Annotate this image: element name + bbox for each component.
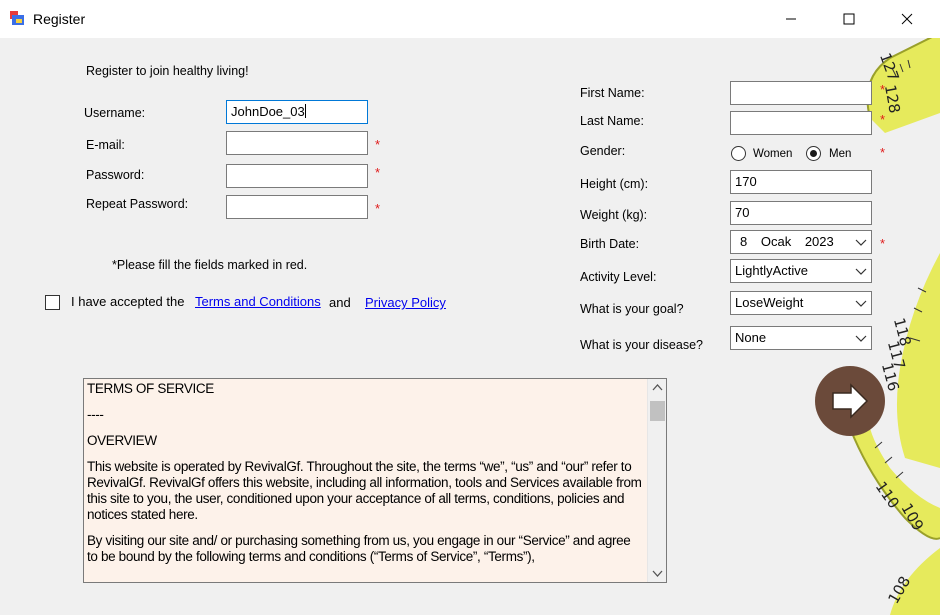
goal-value: LoseWeight: [735, 295, 804, 310]
chevron-down-icon: [855, 300, 867, 307]
last-name-field[interactable]: [730, 111, 872, 135]
password-required-mark: *: [375, 165, 381, 180]
username-label: Username:: [84, 106, 146, 120]
gender-label: Gender:: [580, 144, 626, 158]
terms-overview-heading: OVERVIEW: [87, 433, 157, 448]
required-fields-note: *Please fill the fields marked in red.: [112, 258, 308, 272]
weight-label: Weight (kg):: [580, 208, 648, 222]
terms-scrollbar[interactable]: [647, 379, 666, 582]
form-heading: Register to join healthy living!: [86, 64, 249, 78]
accept-terms-checkbox[interactable]: [45, 295, 60, 310]
chevron-down-icon: [855, 268, 867, 275]
first-name-required-mark: *: [880, 82, 886, 97]
gender-required-mark: *: [880, 145, 886, 160]
terms-title: TERMS OF SERVICE: [87, 381, 214, 396]
username-value: JohnDoe_03: [231, 104, 305, 119]
last-name-label: Last Name:: [580, 114, 644, 128]
arrow-right-icon: [832, 383, 869, 419]
email-field[interactable]: [226, 131, 368, 155]
gender-women-label: Women: [753, 148, 793, 160]
privacy-policy-link[interactable]: Privacy Policy: [365, 295, 446, 310]
repeat-password-field[interactable]: [226, 195, 368, 219]
scroll-down-icon[interactable]: [652, 570, 663, 578]
first-name-field[interactable]: [730, 81, 872, 105]
scroll-up-icon[interactable]: [652, 383, 663, 391]
close-icon: [901, 13, 913, 25]
minimize-icon: [786, 18, 796, 20]
disease-label: What is your disease?: [580, 338, 703, 352]
chevron-down-icon: [855, 335, 867, 342]
birth-date-picker[interactable]: 8 Ocak 2023: [730, 230, 872, 254]
repeat-password-required-mark: *: [375, 201, 381, 216]
activity-level-label: Activity Level:: [580, 270, 657, 284]
app-window-icon: [10, 11, 24, 25]
terms-separator: ----: [87, 407, 104, 422]
birth-date-required-mark: *: [880, 236, 886, 251]
password-field[interactable]: [226, 164, 368, 188]
birth-year: 2023: [804, 234, 834, 249]
weight-value: 70: [735, 205, 750, 220]
terms-paragraph-2: By visiting our site and/ or purchasing …: [87, 533, 631, 564]
birth-day: 8: [740, 234, 748, 249]
birth-month: Ocak: [760, 234, 792, 249]
terms-paragraph-1: This website is operated by RevivalGf. T…: [87, 459, 642, 522]
chevron-down-icon: [855, 239, 867, 246]
height-label: Height (cm):: [580, 177, 649, 191]
form-client-area: 128 127 118 117 116 110 109 108 Register…: [0, 38, 940, 615]
first-name-label: First Name:: [580, 86, 645, 100]
activity-level-select[interactable]: LightlyActive: [730, 259, 872, 283]
email-required-mark: *: [375, 137, 381, 152]
gender-women-radio[interactable]: [731, 146, 746, 161]
next-button[interactable]: [815, 366, 885, 436]
scroll-thumb[interactable]: [650, 401, 665, 421]
window-title: Register: [33, 11, 86, 27]
accept-terms-text: I have accepted the: [71, 294, 185, 309]
gender-men-label: Men: [829, 148, 852, 160]
last-name-required-mark: *: [880, 112, 886, 127]
disease-value: None: [735, 330, 767, 345]
terms-content: TERMS OF SERVICE ---- OVERVIEW This webs…: [87, 379, 643, 565]
title-bar[interactable]: Register: [0, 0, 940, 38]
repeat-password-label: Repeat Password:: [86, 197, 189, 211]
gender-men-radio[interactable]: [806, 146, 821, 161]
height-value: 170: [735, 174, 757, 189]
activity-level-value: LightlyActive: [735, 263, 808, 278]
terms-and-conditions-link[interactable]: Terms and Conditions: [195, 294, 321, 309]
terms-of-service-textbox[interactable]: TERMS OF SERVICE ---- OVERVIEW This webs…: [83, 378, 667, 583]
and-text: and: [329, 295, 351, 310]
maximize-button[interactable]: [820, 0, 878, 38]
disease-select[interactable]: None: [730, 326, 872, 350]
text-caret: [304, 104, 306, 118]
close-button[interactable]: [878, 0, 936, 38]
goal-select[interactable]: LoseWeight: [730, 291, 872, 315]
goal-label: What is your goal?: [580, 302, 684, 316]
birth-date-label: Birth Date:: [580, 237, 640, 251]
username-input[interactable]: JohnDoe_03: [226, 100, 368, 124]
weight-field[interactable]: 70: [730, 201, 872, 225]
height-field[interactable]: 170: [730, 170, 872, 194]
password-label: Password:: [86, 168, 145, 182]
minimize-button[interactable]: [762, 0, 820, 38]
email-label: E-mail:: [86, 138, 125, 152]
maximize-icon: [843, 13, 855, 25]
